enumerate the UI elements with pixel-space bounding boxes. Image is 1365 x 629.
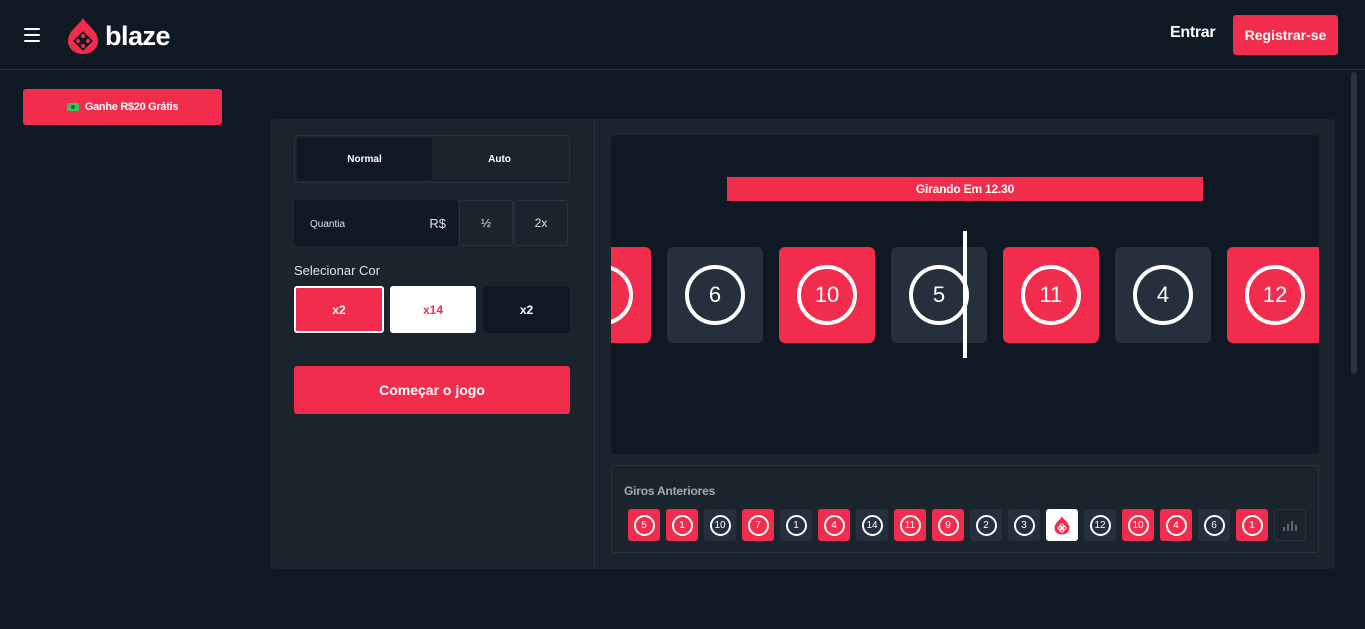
tab-auto[interactable]: Auto xyxy=(432,138,567,180)
roulette-tile xyxy=(611,247,651,343)
history-item: 10 xyxy=(704,509,736,541)
history-number: 10 xyxy=(1127,514,1149,536)
history-number: 6 xyxy=(1203,514,1225,536)
history-number: 3 xyxy=(1013,514,1035,536)
register-button[interactable]: Registrar-se xyxy=(1233,15,1338,55)
half-amount-button[interactable]: ½ xyxy=(459,200,513,246)
history-number: 4 xyxy=(823,514,845,536)
spin-timer: Girando Em 12.30 xyxy=(727,177,1203,201)
double-amount-button[interactable]: 2x xyxy=(514,200,568,246)
currency-label: R$ xyxy=(429,216,446,231)
amount-label: Quantia xyxy=(310,219,346,230)
history-item-white xyxy=(1046,509,1078,541)
history-number: 11 xyxy=(899,514,921,536)
page-scrollbar[interactable] xyxy=(1351,72,1357,374)
promo-label: Ganhe R$20 Grátis xyxy=(84,101,179,113)
history-item: 4 xyxy=(818,509,850,541)
history-item: 12 xyxy=(1084,509,1116,541)
history-item: 11 xyxy=(894,509,926,541)
panel-divider xyxy=(594,119,595,569)
login-button[interactable]: Entrar xyxy=(1170,24,1216,42)
menu-icon[interactable] xyxy=(24,28,40,42)
history-number: 10 xyxy=(709,514,731,536)
blaze-logo-icon xyxy=(1054,516,1070,534)
history-number: 12 xyxy=(1089,514,1111,536)
tab-normal[interactable]: Normal xyxy=(297,138,432,180)
roulette-pointer xyxy=(963,231,967,358)
amount-input[interactable]: Quantia R$ xyxy=(294,200,458,246)
history-item: 10 xyxy=(1122,509,1154,541)
history-item: 3 xyxy=(1008,509,1040,541)
mode-tabs: Normal Auto xyxy=(294,135,570,183)
tile-number: 11 xyxy=(1021,265,1081,325)
history-item: 1 xyxy=(780,509,812,541)
history-number: 9 xyxy=(937,514,959,536)
history-item: 5 xyxy=(628,509,660,541)
game-panel: Normal Auto Quantia R$ ½ 2x Selecionar C… xyxy=(270,119,1335,569)
roulette-tile: 4 xyxy=(1115,247,1211,343)
history-number: 1 xyxy=(785,514,807,536)
history-number: 1 xyxy=(1241,514,1263,536)
tile-number: 4 xyxy=(1133,265,1193,325)
top-header: blaze Entrar Registrar-se xyxy=(0,0,1365,70)
history-number: 5 xyxy=(633,514,655,536)
roulette-tile: 12 xyxy=(1227,247,1319,343)
history-number: 4 xyxy=(1165,514,1187,536)
start-game-button[interactable]: Começar o jogo xyxy=(294,366,570,414)
color-black-button[interactable]: x2 xyxy=(483,286,570,333)
history-item: 7 xyxy=(742,509,774,541)
history-item: 2 xyxy=(970,509,1002,541)
roulette-tile: 10 xyxy=(779,247,875,343)
roulette-track: Girando Em 12.30 6 10 5 11 4 12 xyxy=(611,135,1319,454)
blaze-logo-icon xyxy=(68,18,98,54)
tile-number: 10 xyxy=(797,265,857,325)
history-number: 7 xyxy=(747,514,769,536)
roulette-tile: 6 xyxy=(667,247,763,343)
blaze-logo[interactable]: blaze xyxy=(67,17,171,55)
stats-chart-button[interactable] xyxy=(1274,509,1306,541)
logo-text: blaze xyxy=(105,20,171,51)
history-number: 2 xyxy=(975,514,997,536)
history-number: 14 xyxy=(861,514,883,536)
history-number: 1 xyxy=(671,514,693,536)
bar-chart-icon xyxy=(1283,521,1297,531)
history-item: 6 xyxy=(1198,509,1230,541)
tile-number: 12 xyxy=(1245,265,1305,325)
color-red-button[interactable]: x2 xyxy=(294,286,384,333)
color-white-button[interactable]: x14 xyxy=(390,286,476,333)
previous-spins: Giros Anteriores 5 1 10 7 1 4 14 11 9 2 3 12 10 4 6 1 xyxy=(611,465,1319,553)
money-icon xyxy=(66,103,79,111)
tile-number: 5 xyxy=(909,265,969,325)
tile-number xyxy=(611,265,633,325)
history-item: 9 xyxy=(932,509,964,541)
history-item: 1 xyxy=(666,509,698,541)
history-item: 1 xyxy=(1236,509,1268,541)
roulette-tile: 5 xyxy=(891,247,987,343)
history-item: 4 xyxy=(1160,509,1192,541)
previous-spins-title: Giros Anteriores xyxy=(624,484,716,498)
tile-number: 6 xyxy=(685,265,745,325)
select-color-title: Selecionar Cor xyxy=(294,263,380,278)
promo-bonus-button[interactable]: Ganhe R$20 Grátis xyxy=(23,89,222,125)
roulette-tile: 11 xyxy=(1003,247,1099,343)
history-item: 14 xyxy=(856,509,888,541)
